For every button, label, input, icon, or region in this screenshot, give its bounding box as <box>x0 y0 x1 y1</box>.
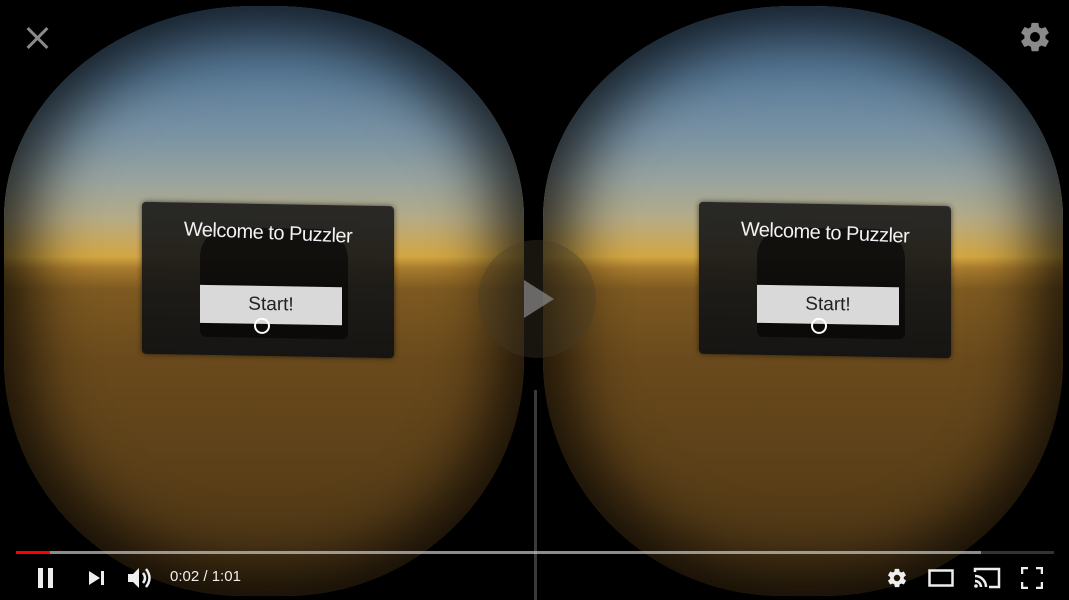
video-player[interactable]: Welcome to Puzzler Start! Welcome to Puz… <box>0 0 1069 600</box>
next-icon[interactable] <box>82 556 112 600</box>
start-button[interactable]: Start! <box>757 284 899 326</box>
player-controls: 0:02 / 1:01 <box>0 556 1069 600</box>
cast-icon[interactable] <box>970 556 1004 600</box>
welcome-panel: Welcome to Puzzler Start! <box>142 201 394 359</box>
center-play-icon[interactable] <box>478 240 596 358</box>
vr-right-eye-view: Welcome to Puzzler Start! <box>543 6 1063 596</box>
time-display: 0:02 / 1:01 <box>170 568 241 585</box>
settings-icon[interactable] <box>882 556 912 600</box>
pause-icon[interactable] <box>30 556 62 600</box>
close-icon[interactable] <box>24 24 52 52</box>
gaze-reticle <box>811 317 827 335</box>
volume-icon[interactable] <box>124 556 156 600</box>
vr-left-eye-view: Welcome to Puzzler Start! <box>4 6 524 596</box>
fullscreen-icon[interactable] <box>1016 556 1048 600</box>
time-total: 1:01 <box>211 568 241 585</box>
start-button[interactable]: Start! <box>200 284 342 326</box>
progress-played <box>16 551 51 554</box>
theater-mode-icon[interactable] <box>924 556 958 600</box>
time-separator: / <box>199 568 212 585</box>
gear-icon[interactable] <box>1018 20 1052 54</box>
gaze-reticle <box>254 317 270 335</box>
progress-loaded <box>16 551 982 554</box>
time-current: 0:02 <box>170 568 200 585</box>
welcome-panel: Welcome to Puzzler Start! <box>699 201 951 359</box>
progress-bar[interactable] <box>16 551 1054 554</box>
